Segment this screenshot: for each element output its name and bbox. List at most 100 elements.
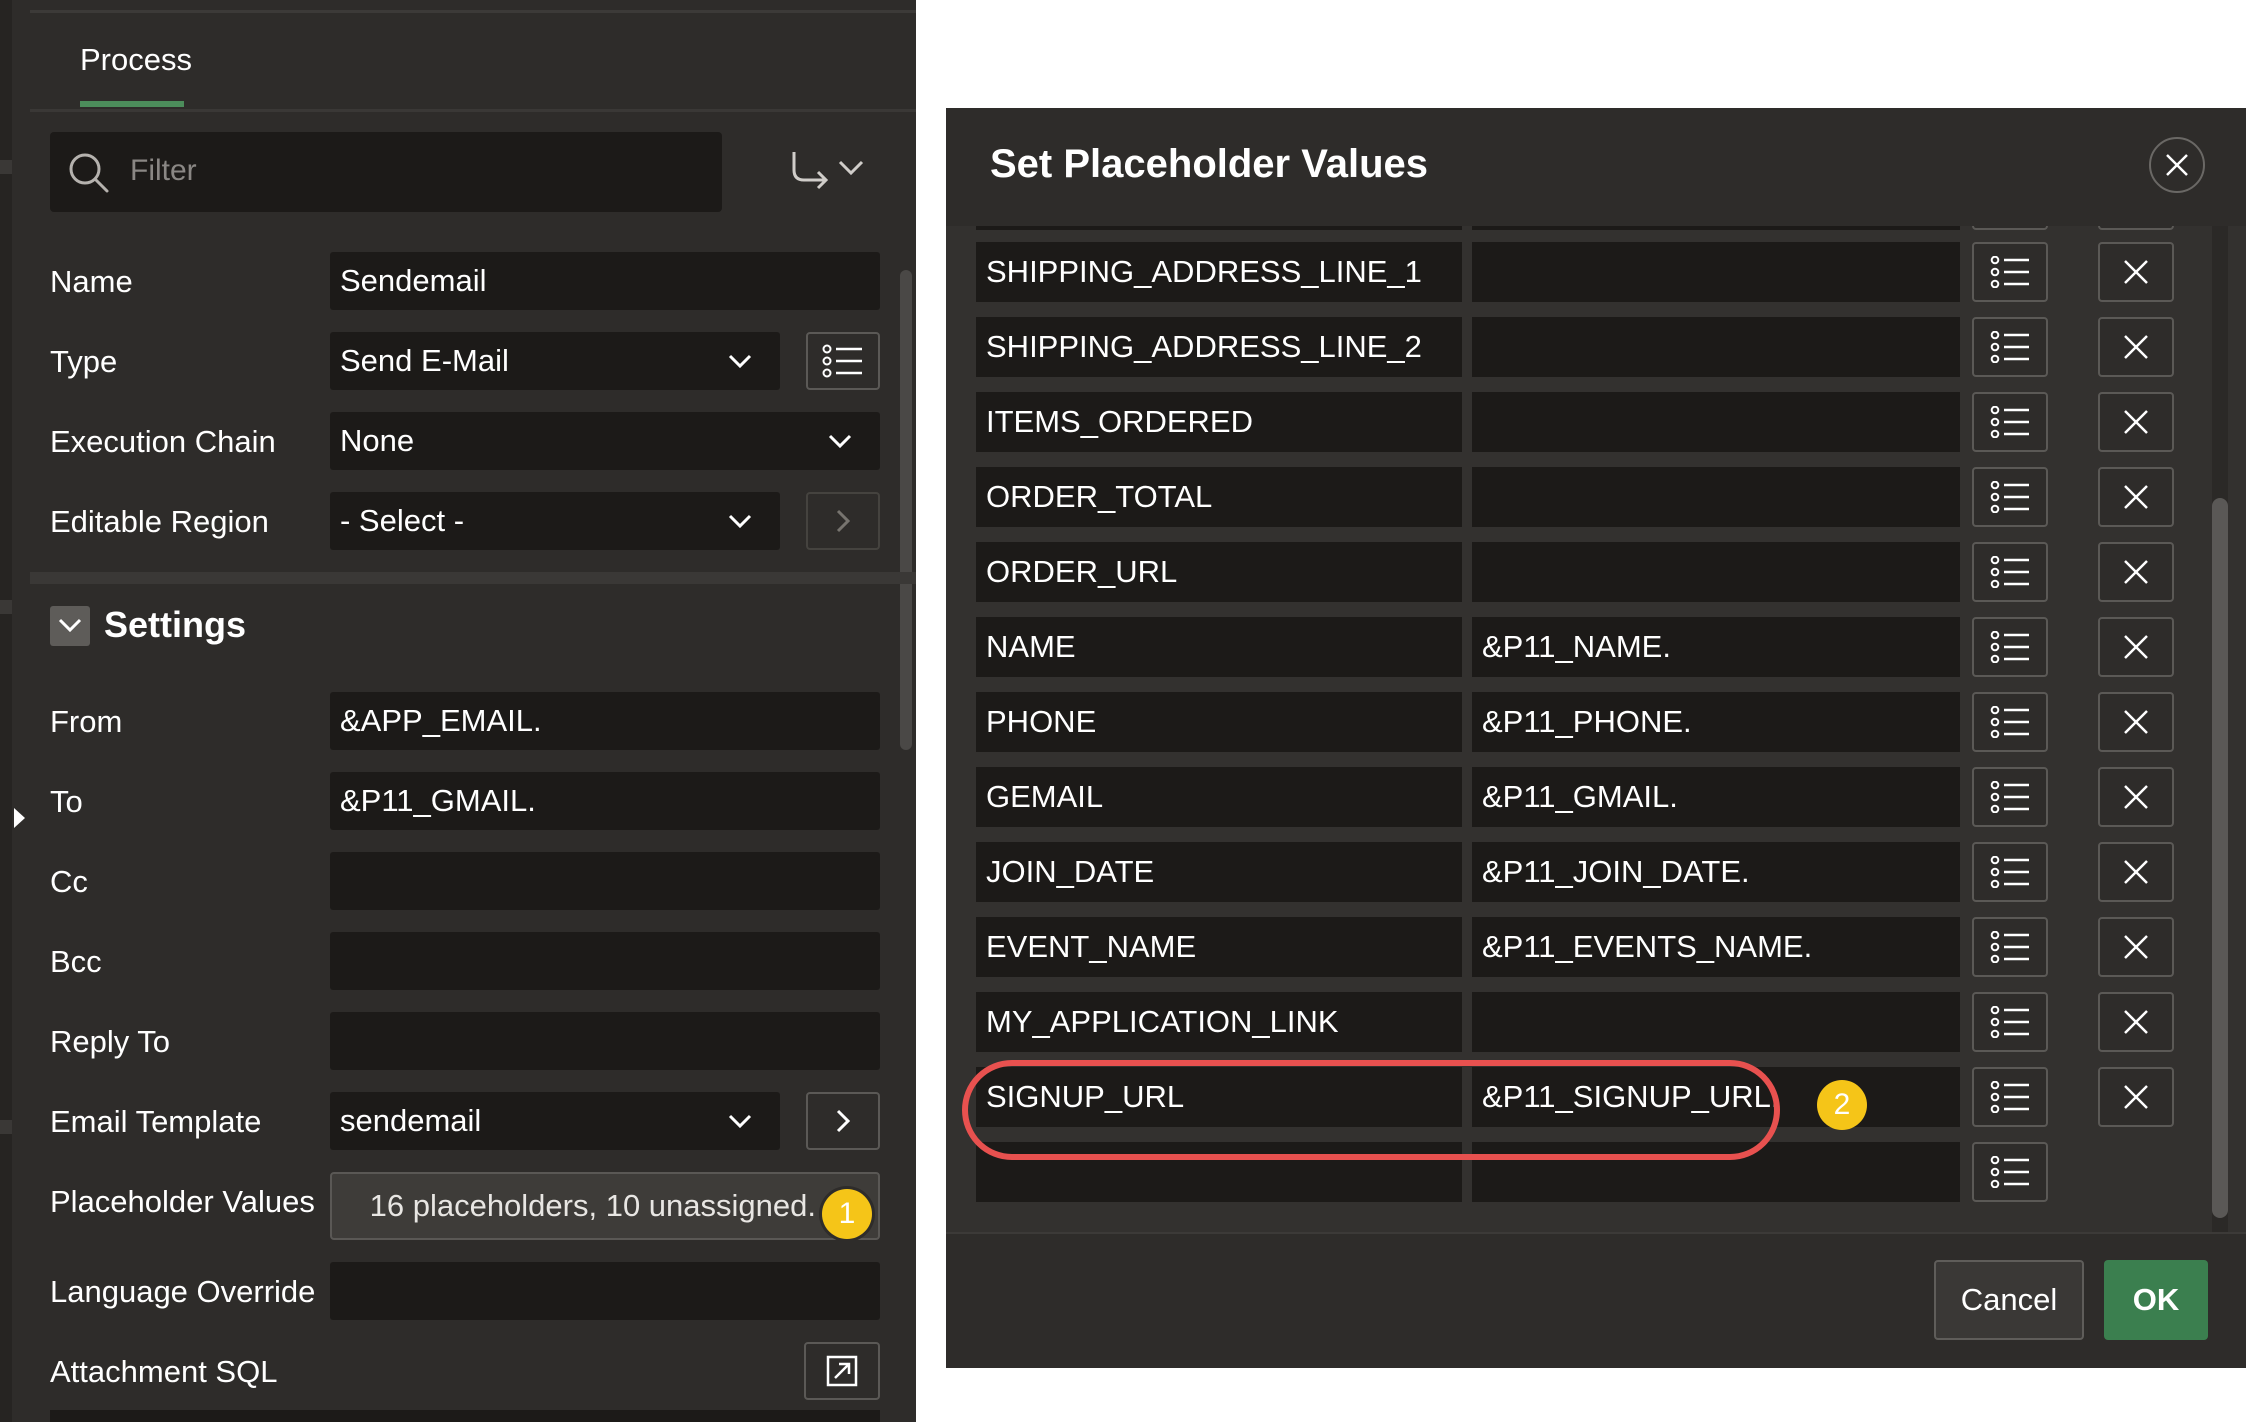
placeholder-remove-button (2098, 226, 2174, 230)
placeholder-remove-button[interactable] (2098, 917, 2174, 977)
placeholder-remove-button[interactable] (2098, 542, 2174, 602)
placeholder-value-field[interactable] (1472, 992, 1960, 1052)
edge-gap (0, 1120, 12, 1134)
placeholder-value-field[interactable] (1472, 467, 1960, 527)
placeholder-name-field[interactable]: ORDER_TOTAL (976, 467, 1462, 527)
editable-region-goto-button[interactable] (806, 492, 880, 550)
placeholder-name-field[interactable]: EVENT_NAME (976, 917, 1462, 977)
placeholder-name-field[interactable]: ORDER_URL (976, 542, 1462, 602)
placeholder-name-field[interactable]: GEMAIL (976, 767, 1462, 827)
list-icon (1990, 256, 2029, 288)
placeholder-list-button[interactable] (1972, 1142, 2048, 1202)
close-icon (2124, 260, 2148, 284)
placeholder-list-button[interactable] (1972, 617, 2048, 677)
placeholder-list-button[interactable] (1972, 392, 2048, 452)
placeholder-remove-button[interactable] (2098, 392, 2174, 452)
edge-gap (0, 600, 12, 614)
bcc-field[interactable] (330, 932, 880, 990)
placeholder-name-field[interactable]: SHIPPING_ADDRESS_LINE_2 (976, 317, 1462, 377)
cancel-button[interactable]: Cancel (1934, 1260, 2084, 1340)
ok-button[interactable]: OK (2104, 1260, 2208, 1340)
type-select[interactable]: Send E-Mail (330, 332, 780, 390)
scrollbar[interactable] (900, 270, 912, 750)
placeholder-name-field[interactable]: NAME (976, 617, 1462, 677)
placeholder-remove-button[interactable] (2098, 317, 2174, 377)
close-icon (2124, 635, 2148, 659)
close-icon (2166, 154, 2188, 176)
to-field[interactable]: &P11_GMAIL. (330, 772, 880, 830)
dialog-title: Set Placeholder Values (990, 142, 1428, 186)
placeholder-list-button[interactable] (1972, 767, 2048, 827)
search-icon (69, 153, 109, 193)
placeholder-remove-button[interactable] (2098, 242, 2174, 302)
placeholder-value-field[interactable]: &P11_JOIN_DATE. (1472, 842, 1960, 902)
close-icon (2124, 785, 2148, 809)
placeholder-values-button[interactable]: 16 placeholders, 10 unassigned. (330, 1172, 880, 1240)
dialog-close-button[interactable] (2149, 137, 2205, 193)
placeholder-list-button[interactable] (1972, 992, 2048, 1052)
dialog-scrollbar-thumb[interactable] (2212, 498, 2228, 1218)
placeholder-list-button[interactable] (1972, 542, 2048, 602)
placeholder-value-field[interactable]: &P11_NAME. (1472, 617, 1960, 677)
from-label: From (50, 704, 123, 739)
route-arrow-icon[interactable] (788, 148, 832, 192)
placeholder-remove-button[interactable] (2098, 467, 2174, 527)
placeholder-list-button[interactable] (1972, 242, 2048, 302)
list-icon (1990, 481, 2029, 513)
placeholder-list-button[interactable] (1972, 317, 2048, 377)
placeholder-list-button[interactable] (1972, 467, 2048, 527)
expand-arrow-icon[interactable] (14, 808, 25, 828)
placeholder-remove-button[interactable] (2098, 767, 2174, 827)
reply-to-field[interactable] (330, 1012, 880, 1070)
tab-process[interactable]: Process (80, 42, 192, 78)
placeholder-name-field[interactable]: PHONE (976, 692, 1462, 752)
placeholder-row: EVENT_NAME &P11_EVENTS_NAME. (976, 917, 2216, 977)
email-template-goto-button[interactable] (806, 1092, 880, 1150)
language-override-field[interactable] (330, 1262, 880, 1320)
attachment-sql-editor-button[interactable] (804, 1342, 880, 1400)
placeholder-value-field[interactable] (1472, 392, 1960, 452)
settings-collapse-toggle[interactable] (50, 606, 90, 646)
placeholder-row: SHIPPING_ADDRESS_LINE_1 (976, 242, 2216, 302)
placeholder-row: MY_APPLICATION_LINK (976, 992, 2216, 1052)
list-icon (1990, 781, 2029, 813)
placeholder-row: SHIPPING_ADDRESS_LINE_2 (976, 317, 2216, 377)
editable-region-select[interactable]: - Select - (330, 492, 780, 550)
execution-chain-select[interactable]: None (330, 412, 880, 470)
placeholder-remove-button[interactable] (2098, 692, 2174, 752)
placeholder-list-button[interactable] (1972, 842, 2048, 902)
placeholder-value-field[interactable]: &P11_GMAIL. (1472, 767, 1960, 827)
placeholder-value-field[interactable]: &P11_PHONE. (1472, 692, 1960, 752)
placeholder-remove-button[interactable] (2098, 1067, 2174, 1127)
placeholder-remove-button[interactable] (2098, 992, 2174, 1052)
to-label: To (50, 784, 83, 819)
chevron-down-icon[interactable] (838, 160, 864, 176)
type-list-button[interactable] (806, 332, 880, 390)
placeholder-value-field[interactable] (1472, 317, 1960, 377)
placeholder-name-field[interactable]: MY_APPLICATION_LINK (976, 992, 1462, 1052)
cc-label: Cc (50, 864, 88, 899)
placeholder-value-field[interactable] (1472, 542, 1960, 602)
list-icon (1990, 706, 2029, 738)
close-icon (2124, 860, 2148, 884)
cc-field[interactable] (330, 852, 880, 910)
placeholder-name-field[interactable]: SHIPPING_ADDRESS_LINE_1 (976, 242, 1462, 302)
name-field[interactable]: Sendemail (330, 252, 880, 310)
from-field[interactable]: &APP_EMAIL. (330, 692, 880, 750)
chevron-down-icon (728, 514, 752, 528)
placeholder-remove-button[interactable] (2098, 617, 2174, 677)
placeholder-name-field[interactable]: JOIN_DATE (976, 842, 1462, 902)
chevron-right-icon (836, 509, 850, 533)
placeholder-list-button[interactable] (1972, 1067, 2048, 1127)
chevron-down-icon (58, 618, 82, 632)
placeholder-list-button[interactable] (1972, 692, 2048, 752)
placeholder-list-button[interactable] (1972, 917, 2048, 977)
placeholder-value-field[interactable] (1472, 242, 1960, 302)
attachment-sql-field[interactable] (50, 1410, 880, 1422)
placeholder-name-field[interactable]: ITEMS_ORDERED (976, 392, 1462, 452)
email-template-select[interactable]: sendemail (330, 1092, 780, 1150)
language-override-label: Language Override (50, 1274, 316, 1309)
filter-input[interactable]: Filter (50, 132, 722, 212)
placeholder-value-field[interactable]: &P11_EVENTS_NAME. (1472, 917, 1960, 977)
placeholder-remove-button[interactable] (2098, 842, 2174, 902)
